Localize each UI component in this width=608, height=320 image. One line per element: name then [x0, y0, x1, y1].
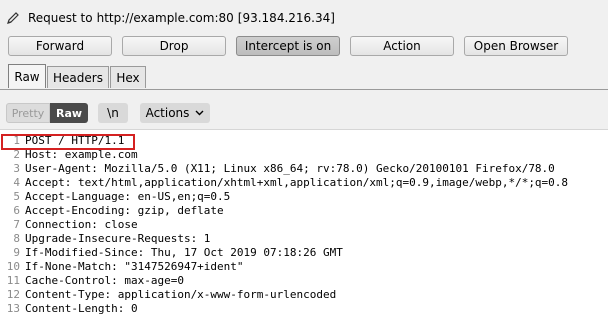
tab-headers[interactable]: Headers [47, 66, 109, 88]
editor-line[interactable]: 5 Accept-Language: en-US,en;q=0.5 [0, 190, 608, 204]
line-number: 8 [13, 232, 20, 245]
line-text: Accept: text/html,application/xhtml+xml,… [25, 176, 569, 189]
actions-dropdown[interactable]: Actions [140, 103, 210, 123]
newline-toggle-button[interactable]: \n [98, 103, 128, 123]
tab-raw[interactable]: Raw [8, 64, 46, 88]
request-url: http://example.com:80 [96, 11, 234, 25]
tabs-divider [0, 89, 608, 90]
actions-label: Actions [145, 106, 190, 120]
open-browser-button[interactable]: Open Browser [464, 36, 568, 56]
line-text: Content-Type: application/x-www-form-url… [25, 288, 337, 301]
line-text: Host: example.com [25, 148, 138, 161]
line-number: 5 [13, 190, 20, 203]
drop-button[interactable]: Drop [122, 36, 226, 56]
editor-toolbar: Pretty Raw \n Actions [0, 96, 608, 130]
line-text: Accept-Encoding: gzip, deflate [25, 204, 224, 217]
editor-line[interactable]: 1 POST / HTTP/1.1 [0, 134, 608, 148]
line-text: Content-Length: 0 [25, 302, 138, 315]
editor-line[interactable]: 2 Host: example.com [0, 148, 608, 162]
pretty-toggle[interactable]: Pretty [6, 103, 50, 123]
intercept-panel: Request to http://example.com:80 [93.184… [0, 0, 608, 96]
line-number: 4 [13, 176, 20, 189]
editor-line[interactable]: 11 Cache-Control: max-age=0 [0, 274, 608, 288]
editor-line[interactable]: 7 Connection: close [0, 218, 608, 232]
request-ip-address: [93.184.216.34] [237, 11, 335, 25]
chevron-down-icon [195, 110, 204, 116]
editor-line[interactable]: 8 Upgrade-Insecure-Requests: 1 [0, 232, 608, 246]
action-button[interactable]: Action [350, 36, 454, 56]
message-tabs: Raw Headers Hex [8, 64, 147, 90]
line-text: Cache-Control: max-age=0 [25, 274, 184, 287]
line-number: 1 [13, 134, 20, 147]
line-text: Upgrade-Insecure-Requests: 1 [25, 232, 211, 245]
editor-line[interactable]: 13 Content-Length: 0 [0, 302, 608, 316]
line-number: 6 [13, 204, 20, 217]
editor-line[interactable]: 6 Accept-Encoding: gzip, deflate [0, 204, 608, 218]
line-number: 10 [6, 260, 20, 273]
line-number: 7 [13, 218, 20, 231]
line-text: Accept-Language: en-US,en;q=0.5 [25, 190, 231, 203]
line-number: 9 [13, 246, 20, 259]
request-editor[interactable]: 1 POST / HTTP/1.1 2 Host: example.com 3 User-… [0, 134, 608, 320]
editor-line[interactable]: 12 Content-Type: application/x-www-form-u… [0, 288, 608, 302]
pencil-icon [7, 12, 19, 24]
line-text: Connection: close [25, 218, 138, 231]
request-label: Request to [28, 11, 93, 25]
line-text: If-None-Match: "3147526947+ident" [25, 260, 244, 273]
request-info: Request to http://example.com:80 [93.184… [6, 8, 335, 28]
line-number: 12 [6, 288, 20, 301]
line-text: User-Agent: Mozilla/5.0 (X11; Linux x86_… [25, 162, 555, 175]
editor-line[interactable]: 3 User-Agent: Mozilla/5.0 (X11; Linux x86… [0, 162, 608, 176]
line-number: 13 [6, 302, 20, 315]
editor-line[interactable]: 9 If-Modified-Since: Thu, 17 Oct 2019 07:… [0, 246, 608, 260]
raw-toggle[interactable]: Raw [50, 103, 88, 123]
editor-line[interactable]: 4 Accept: text/html,application/xhtml+xml… [0, 176, 608, 190]
line-text: If-Modified-Since: Thu, 17 Oct 2019 07:1… [25, 246, 343, 259]
line-number: 2 [13, 148, 20, 161]
view-mode-toggle: Pretty Raw [6, 103, 88, 123]
intercept-toggle-button[interactable]: Intercept is on [236, 36, 340, 56]
tab-hex[interactable]: Hex [110, 66, 146, 88]
editor-line[interactable]: 10 If-None-Match: "3147526947+ident" [0, 260, 608, 274]
line-number: 3 [13, 162, 20, 175]
line-number: 11 [6, 274, 20, 287]
forward-button[interactable]: Forward [8, 36, 112, 56]
line-text: POST / HTTP/1.1 [25, 134, 125, 147]
